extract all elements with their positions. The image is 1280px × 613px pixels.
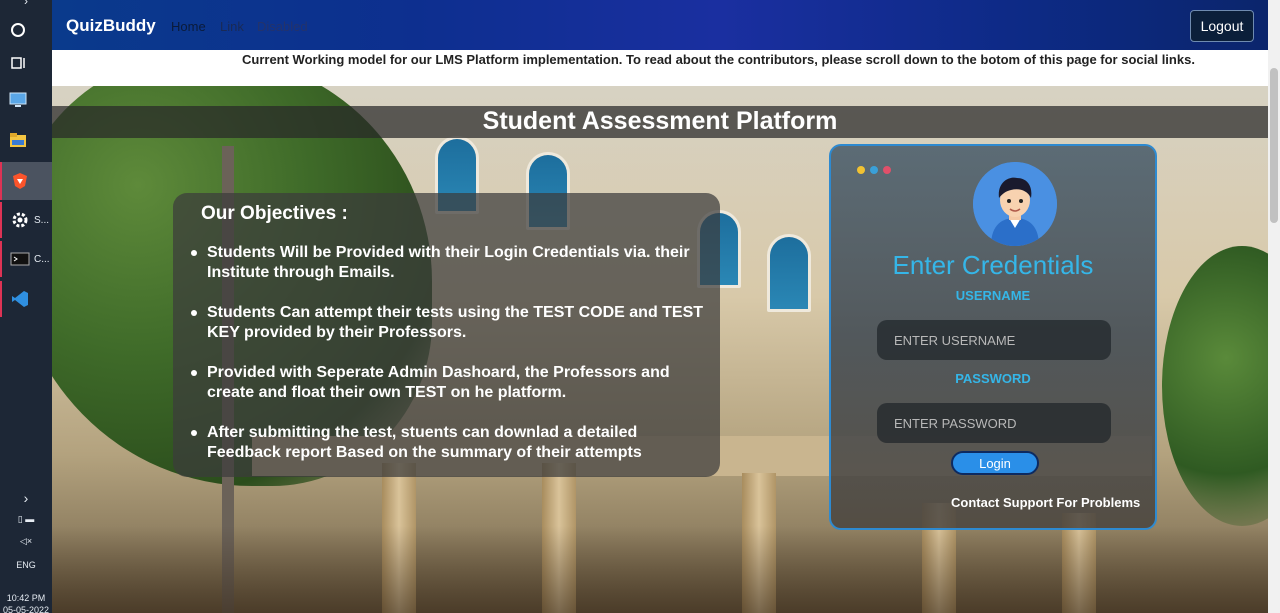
dot-blue-icon bbox=[870, 166, 878, 174]
clock-date[interactable]: 05-05-2022 bbox=[0, 605, 52, 613]
info-banner: Current Working model for our LMS Platfo… bbox=[52, 50, 1268, 86]
circle-icon bbox=[8, 20, 28, 40]
navbar: QuizBuddy Home Link Disabled Logout bbox=[52, 0, 1268, 50]
title-band: Student Assessment Platform bbox=[52, 106, 1268, 138]
tray-icons[interactable]: ▯ ▬ bbox=[0, 514, 52, 525]
list-item: Provided with Seperate Admin Dashoard, t… bbox=[189, 363, 709, 403]
avatar-icon bbox=[973, 162, 1057, 246]
hero-section: Student Assessment Platform Our Objectiv… bbox=[52, 86, 1268, 613]
taskbar-item-computer[interactable] bbox=[0, 82, 52, 118]
taskbar-item-browser[interactable] bbox=[0, 162, 52, 200]
browser-viewport: QuizBuddy Home Link Disabled Logout Curr… bbox=[52, 0, 1280, 613]
taskbar: › S... C... › ▯ ▬ ◁× ENG 10:42 PM 05-05-… bbox=[0, 0, 52, 613]
volume-muted-icon[interactable]: ◁× bbox=[0, 536, 52, 547]
scrollbar-thumb[interactable] bbox=[1270, 68, 1278, 223]
task-view-icon bbox=[8, 53, 28, 73]
terminal-icon bbox=[10, 249, 30, 269]
computer-icon bbox=[8, 90, 28, 110]
taskbar-item-terminal[interactable]: C... bbox=[0, 241, 52, 277]
background-shade bbox=[52, 526, 1268, 613]
dot-yellow-icon bbox=[857, 166, 865, 174]
nav-link-disabled: Disabled bbox=[257, 19, 308, 34]
taskbar-item-label: C... bbox=[34, 253, 50, 265]
taskbar-item-explorer[interactable] bbox=[0, 122, 52, 158]
contact-support-link[interactable]: Contact Support For Problems bbox=[951, 495, 1140, 510]
gear-icon bbox=[10, 210, 30, 230]
page-scrollbar[interactable] bbox=[1268, 0, 1280, 613]
background-trees bbox=[1162, 246, 1268, 526]
battery-icon: ▬ bbox=[25, 514, 35, 524]
chevron-right-icon[interactable]: › bbox=[0, 490, 52, 506]
taskbar-item-taskview[interactable] bbox=[0, 45, 52, 81]
username-label: USERNAME bbox=[955, 288, 1031, 303]
vscode-icon bbox=[10, 289, 30, 309]
taskbar-item-start[interactable] bbox=[0, 12, 52, 48]
logout-button[interactable]: Logout bbox=[1190, 10, 1254, 42]
taskbar-item-label: S... bbox=[34, 214, 50, 226]
password-label: PASSWORD bbox=[955, 371, 1031, 386]
taskbar-item-vscode[interactable] bbox=[0, 281, 52, 317]
language-indicator[interactable]: ENG bbox=[0, 560, 52, 570]
list-item: After submitting the test, stuents can d… bbox=[189, 423, 709, 463]
dot-red-icon bbox=[883, 166, 891, 174]
brand-logo[interactable]: QuizBuddy bbox=[66, 16, 156, 36]
folder-icon bbox=[8, 130, 28, 150]
nav-link-link[interactable]: Link bbox=[220, 19, 244, 34]
list-item: Students Can attempt their tests using t… bbox=[189, 303, 709, 343]
background-window bbox=[767, 234, 811, 312]
network-icon: ▯ bbox=[17, 514, 23, 524]
chevron-right-icon[interactable]: › bbox=[0, 0, 52, 8]
nav-link-home[interactable]: Home bbox=[171, 19, 206, 34]
password-input[interactable] bbox=[877, 403, 1111, 443]
login-button[interactable]: Login bbox=[951, 451, 1039, 475]
info-text: Current Working model for our LMS Platfo… bbox=[242, 52, 1195, 67]
list-item: Students Will be Provided with their Log… bbox=[189, 243, 709, 283]
brave-icon bbox=[10, 171, 30, 191]
taskbar-item-settings[interactable]: S... bbox=[0, 202, 52, 238]
clock-time[interactable]: 10:42 PM bbox=[0, 593, 52, 603]
login-card: Enter Credentials USERNAME PASSWORD Logi… bbox=[829, 144, 1157, 530]
page-title: Student Assessment Platform bbox=[482, 107, 838, 135]
username-input[interactable] bbox=[877, 320, 1111, 360]
login-title: Enter Credentials bbox=[892, 250, 1094, 280]
objectives-title: Our Objectives : bbox=[201, 203, 348, 224]
objectives-panel: Our Objectives : Students Will be Provid… bbox=[173, 193, 720, 477]
objectives-list: Students Will be Provided with their Log… bbox=[189, 243, 709, 483]
